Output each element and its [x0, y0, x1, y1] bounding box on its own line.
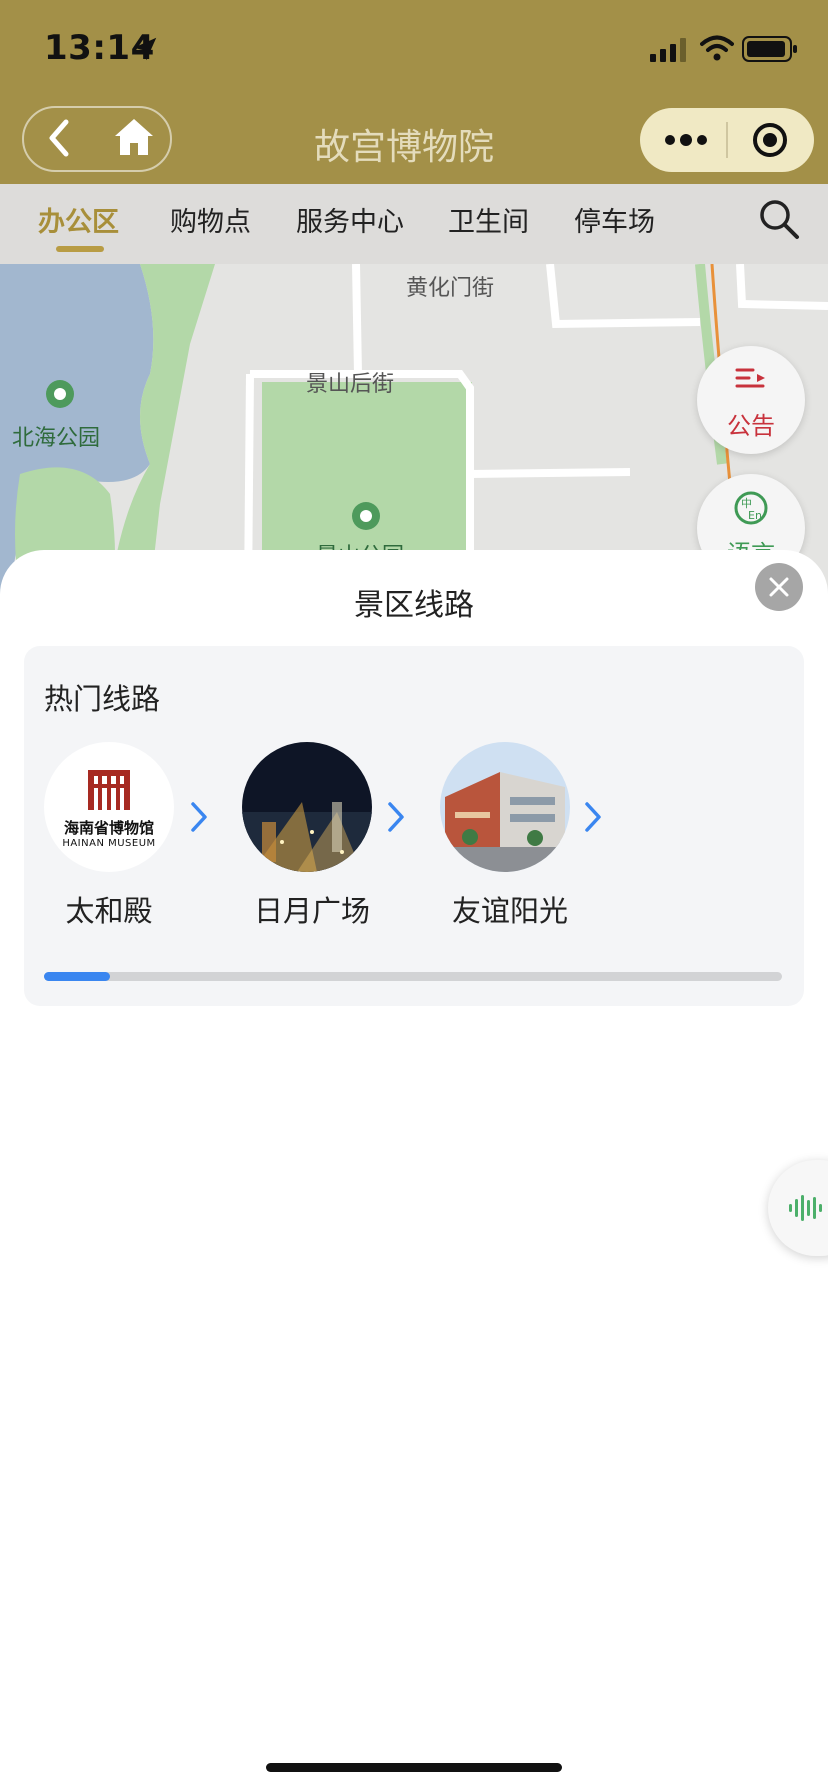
signal-icon	[650, 38, 686, 62]
close-icon	[769, 577, 789, 597]
chevron-right-icon	[585, 802, 601, 832]
notice-button[interactable]: 公告	[697, 346, 805, 454]
museum-logo-text-cn: 海南省博物馆	[63, 819, 154, 837]
mall-building-image	[440, 742, 570, 872]
tab-parking[interactable]: 停车场	[574, 200, 655, 239]
battery-icon	[742, 36, 797, 62]
notice-icon	[735, 368, 765, 388]
museum-logo-text-en: HAINAN MUSEUM	[62, 838, 156, 849]
night-city-image	[242, 742, 372, 872]
tab-restroom[interactable]: 卫生间	[448, 200, 529, 239]
location-arrow-icon	[133, 37, 157, 61]
active-tab-underline	[56, 246, 104, 252]
chevron-right-icon	[388, 802, 404, 832]
map-label-park: 北海公园	[12, 426, 101, 451]
home-indicator	[266, 1763, 562, 1772]
route-thumbnail-mall[interactable]	[440, 742, 570, 872]
language-icon: 中 En	[734, 491, 768, 525]
search-icon[interactable]	[758, 198, 800, 240]
map-label-street: 景山后街	[306, 372, 395, 397]
close-miniprogram-icon[interactable]	[752, 122, 788, 158]
tab-shopping[interactable]: 购物点	[170, 200, 251, 239]
route-label[interactable]: 日月广场	[232, 888, 392, 930]
scroll-progress-fill	[44, 972, 110, 981]
voice-wave-icon	[789, 1195, 822, 1221]
route-label[interactable]: 太和殿	[29, 888, 189, 930]
wifi-icon	[700, 35, 734, 61]
section-title: 热门线路	[44, 682, 161, 716]
scroll-progress-track	[44, 972, 782, 981]
sheet-title: 景区线路	[354, 588, 474, 623]
route-thumbnail-museum-logo[interactable]: 海南省博物馆 HAINAN MUSEUM	[44, 742, 174, 872]
category-tabbar	[0, 184, 828, 264]
tab-office-area[interactable]: 办公区	[38, 200, 119, 239]
map-view[interactable]: 黄化门街 景山后街 北海公园 景山公园 公告 中 En 语言	[0, 264, 828, 594]
more-icon[interactable]	[664, 130, 708, 150]
route-label[interactable]: 友谊阳光	[430, 888, 590, 930]
notice-label: 公告	[727, 412, 775, 440]
route-thumbnail-night-city[interactable]	[242, 742, 372, 872]
museum-logo-icon	[88, 770, 130, 810]
close-sheet-button[interactable]	[755, 563, 803, 611]
capsule-divider	[726, 122, 728, 158]
tab-service-center[interactable]: 服务中心	[296, 200, 404, 239]
chevron-right-icon	[191, 802, 207, 832]
svg-text:En: En	[748, 509, 762, 522]
map-label-street: 黄化门街	[406, 276, 495, 301]
